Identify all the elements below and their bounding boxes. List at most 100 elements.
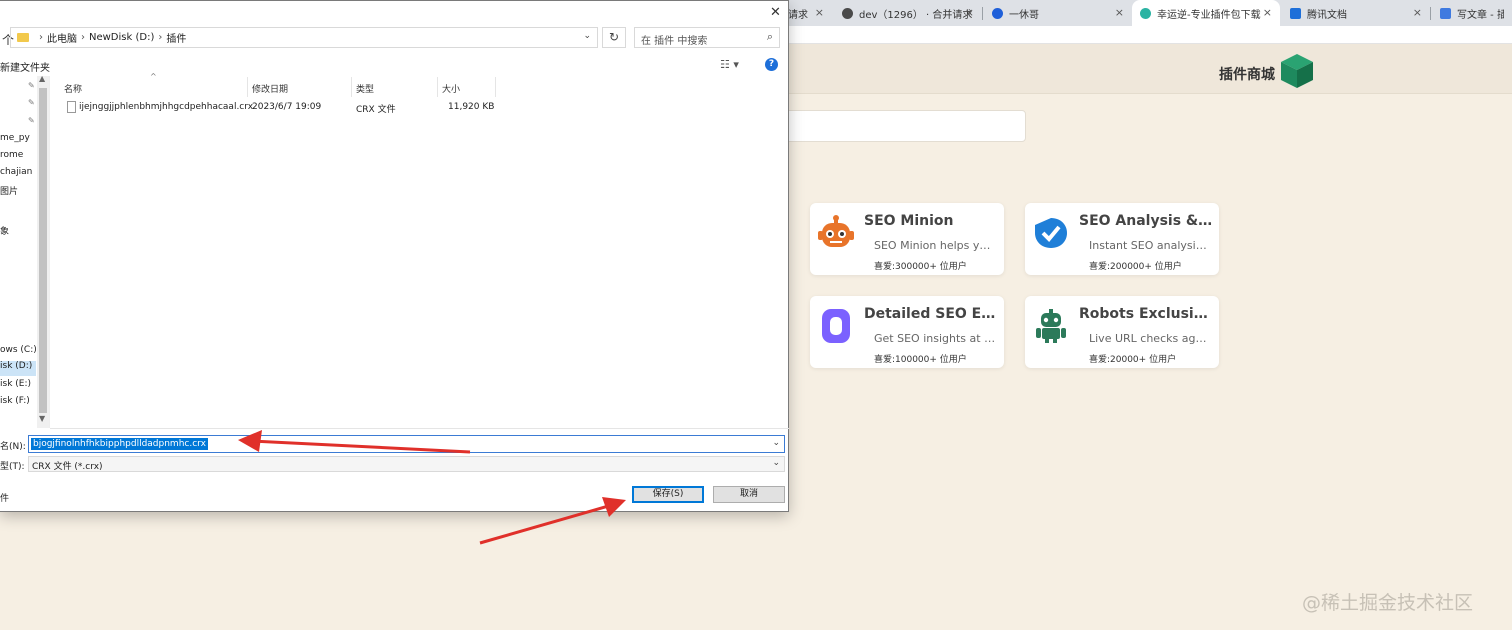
plugin-favicon-icon bbox=[1140, 7, 1151, 19]
extension-title: SEO Analysis & Website Review bbox=[1079, 213, 1213, 229]
robot-orange-icon bbox=[818, 215, 854, 247]
info-favicon-icon bbox=[992, 7, 1003, 19]
juejin-watermark: @稀土掘金技术社区 bbox=[1302, 592, 1474, 614]
file-type: CRX 文件 bbox=[356, 105, 396, 115]
scroll-up-icon[interactable]: ▲ bbox=[39, 74, 45, 83]
view-options-icon[interactable]: ☷ ▾ bbox=[720, 58, 739, 71]
save-button[interactable]: 保存(S) bbox=[632, 486, 704, 503]
nav-item-drive-c[interactable]: ows (C:) bbox=[0, 345, 37, 355]
extension-description: Instant SEO analysis and... bbox=[1089, 239, 1211, 252]
extension-card[interactable]: SEO Minion SEO Minion helps you with you… bbox=[810, 203, 1004, 275]
column-header-name[interactable]: 名称 bbox=[60, 77, 248, 97]
nav-item[interactable]: chajian bbox=[0, 167, 32, 177]
search-placeholder: 在 插件 中搜索 bbox=[641, 36, 708, 47]
extension-description: SEO Minion helps you with your... bbox=[874, 239, 996, 252]
nav-item-drive-e[interactable]: isk (E:) bbox=[0, 379, 31, 389]
file-size: 11,920 KB bbox=[448, 102, 495, 112]
purple-o-icon bbox=[822, 309, 850, 343]
divider bbox=[50, 428, 789, 429]
store-search-input[interactable] bbox=[760, 110, 1026, 142]
column-header-type[interactable]: 类型 bbox=[352, 77, 438, 97]
tab-separator bbox=[1430, 7, 1431, 20]
nav-item[interactable]: 图片 bbox=[0, 184, 18, 197]
scroll-thumb[interactable] bbox=[39, 88, 47, 413]
filename-input[interactable]: bjogjfinolnhfhkbipphpdlldadpnmhc.crx ⌄ bbox=[28, 435, 785, 453]
checkmark-badge-icon bbox=[1035, 218, 1067, 248]
pin-icon: ✎ bbox=[28, 98, 35, 107]
path-separator: › bbox=[81, 32, 85, 43]
nav-item-drive-d[interactable]: isk (D:) bbox=[0, 361, 36, 376]
breadcrumb-plugins[interactable]: 插件 bbox=[166, 30, 186, 45]
file-name: ijejnggjjphlenbhmjhhgcdpehhacaal.crx bbox=[79, 102, 254, 112]
folder-icon bbox=[17, 33, 29, 42]
nav-scrollbar[interactable]: ▲ ▼ bbox=[37, 74, 49, 428]
store-title[interactable]: 插件商城 bbox=[1219, 64, 1275, 84]
new-folder-button[interactable]: 新建文件夹 bbox=[0, 59, 50, 74]
column-header-date[interactable]: 修改日期 bbox=[248, 77, 352, 97]
tab-close-icon[interactable]: × bbox=[1413, 6, 1422, 19]
tab-label: 幸运逆-专业插件包下载 bbox=[1157, 9, 1261, 21]
nav-item-drive-f[interactable]: isk (F:) bbox=[0, 396, 30, 406]
address-bar[interactable]: › 此电脑 › NewDisk (D:) › 插件 ⌄ bbox=[10, 27, 598, 48]
tab-label: 一休哥 bbox=[1009, 9, 1039, 21]
cancel-button[interactable]: 取消 bbox=[713, 486, 785, 503]
filetype-value: CRX 文件 (*.crx) bbox=[32, 462, 103, 472]
tencent-docs-favicon-icon bbox=[1290, 7, 1301, 19]
help-icon[interactable]: ? bbox=[765, 58, 778, 71]
tab-label: 写文章 - 插件包 bbox=[1457, 9, 1504, 21]
extension-description: Live URL checks against... bbox=[1089, 332, 1211, 345]
pin-icon: ✎ bbox=[28, 116, 35, 125]
filetype-select[interactable]: CRX 文件 (*.crx) ⌄ bbox=[28, 456, 785, 472]
file-row[interactable]: ijejnggjjphlenbhmjhhgcdpehhacaal.crx 202… bbox=[60, 99, 496, 117]
dialog-close-icon[interactable]: ✕ bbox=[770, 5, 781, 20]
file-date: 2023/6/7 19:09 bbox=[252, 102, 322, 112]
dev-favicon-icon bbox=[842, 7, 853, 19]
browser-tab[interactable]: 写文章 - 插件包 bbox=[1432, 0, 1512, 26]
file-icon bbox=[67, 101, 76, 113]
tab-separator bbox=[982, 7, 983, 20]
search-icon[interactable]: ⌕ bbox=[767, 30, 773, 44]
extension-card[interactable]: Robots Exclusion Checker Live URL checks… bbox=[1025, 296, 1219, 368]
filetype-label: 型(T): bbox=[0, 462, 25, 472]
breadcrumb-newdisk[interactable]: NewDisk (D:) bbox=[89, 32, 154, 43]
chevron-down-icon[interactable]: ⌄ bbox=[583, 31, 591, 41]
scroll-down-icon[interactable]: ▼ bbox=[39, 414, 45, 423]
browser-tab[interactable]: dev（1296） · 合并请求 · × bbox=[834, 0, 982, 26]
extension-users: 喜爱:100000+ 位用户 bbox=[874, 355, 967, 365]
tab-close-icon[interactable]: × bbox=[1263, 6, 1272, 19]
refresh-button[interactable]: ↻ bbox=[602, 27, 626, 48]
store-cube-logo-icon[interactable] bbox=[1279, 52, 1315, 90]
browser-tab-active[interactable]: 幸运逆-专业插件包下载 × bbox=[1132, 0, 1280, 26]
save-as-dialog: ✕ 个 › 此电脑 › NewDisk (D:) › 插件 ⌄ ↻ 在 插件 中… bbox=[0, 0, 789, 512]
extension-card[interactable]: Detailed SEO Extension Get SEO insights … bbox=[810, 296, 1004, 368]
folder-search-input[interactable]: 在 插件 中搜索 ⌕ bbox=[634, 27, 780, 48]
breadcrumb-this-pc[interactable]: 此电脑 bbox=[47, 30, 77, 45]
browser-tab[interactable]: 腾讯文档 × bbox=[1282, 0, 1430, 26]
pin-icon: ✎ bbox=[28, 81, 35, 90]
tab-close-icon[interactable]: × bbox=[1115, 6, 1124, 19]
extension-title: Robots Exclusion Checker bbox=[1079, 306, 1213, 322]
chevron-down-icon[interactable]: ⌄ bbox=[772, 438, 780, 448]
extension-users: 喜爱:20000+ 位用户 bbox=[1089, 355, 1177, 365]
path-separator: › bbox=[158, 32, 163, 43]
extension-title: SEO Minion bbox=[864, 213, 954, 229]
chevron-down-icon[interactable]: ⌄ bbox=[772, 458, 780, 468]
extension-title: Detailed SEO Extension bbox=[864, 306, 998, 322]
tab-close-icon[interactable]: × bbox=[965, 6, 974, 19]
column-header-size[interactable]: 大小 bbox=[438, 77, 496, 97]
extension-description: Get SEO insights at one click... bbox=[874, 332, 996, 345]
hide-folders-label[interactable]: 件 bbox=[0, 491, 9, 504]
filename-label: 名(N): bbox=[0, 442, 26, 452]
tab-label: 请求 bbox=[788, 9, 808, 21]
extension-card[interactable]: SEO Analysis & Website Review Instant SE… bbox=[1025, 203, 1219, 275]
nav-item[interactable]: me_py bbox=[0, 133, 30, 143]
nav-item[interactable]: rome bbox=[0, 150, 23, 160]
filename-selected-text: bjogjfinolnhfhkbipphpdlldadpnmhc.crx bbox=[31, 438, 208, 450]
tab-close-icon[interactable]: × bbox=[815, 6, 824, 19]
nav-item[interactable]: 象 bbox=[0, 224, 9, 237]
android-robot-icon bbox=[1036, 309, 1066, 343]
tab-label: 腾讯文档 bbox=[1307, 9, 1347, 21]
browser-tab[interactable]: 一休哥 × bbox=[984, 0, 1132, 26]
extension-users: 喜爱:200000+ 位用户 bbox=[1089, 262, 1182, 272]
tab-label: dev（1296） · 合并请求 · bbox=[859, 9, 974, 21]
